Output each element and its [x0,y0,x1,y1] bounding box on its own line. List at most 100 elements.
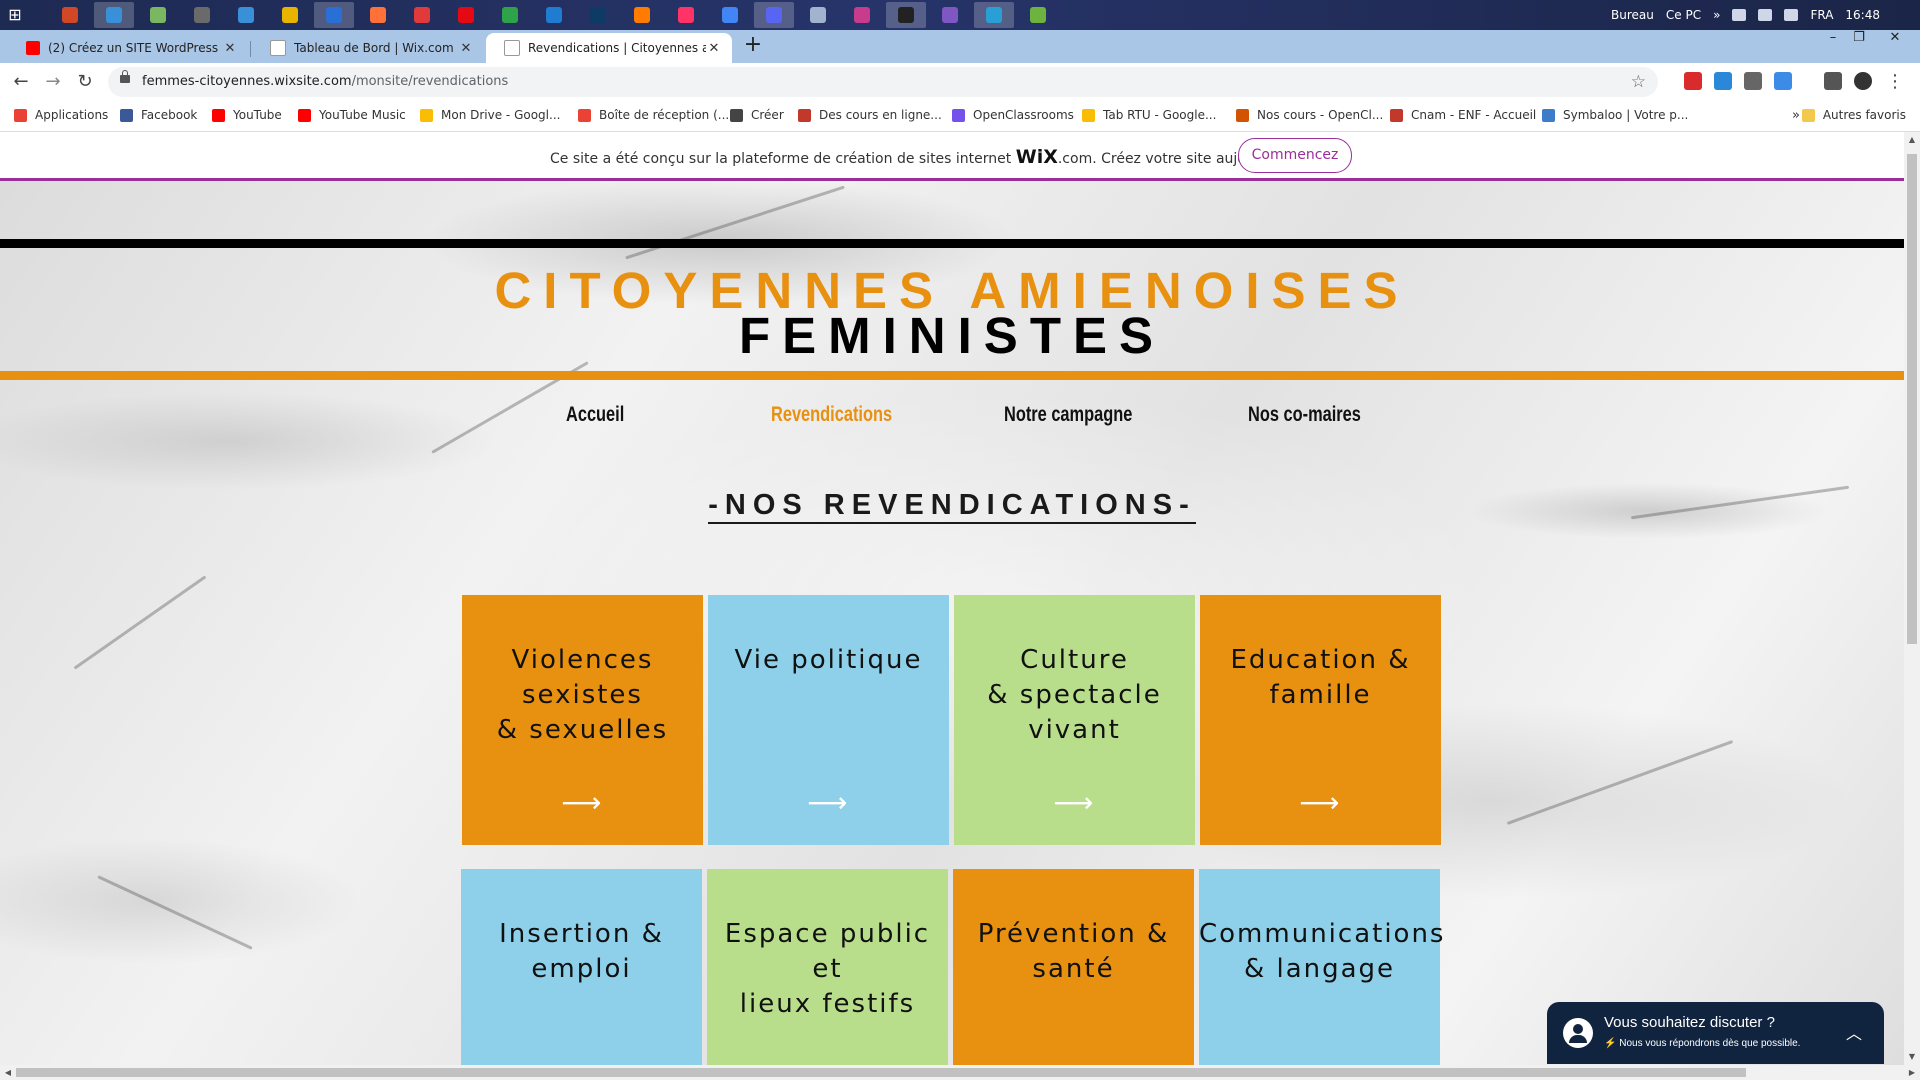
scroll-up-icon[interactable]: ▲ [1904,132,1920,148]
nav-notre-campagne[interactable]: Notre campagne [1004,403,1132,427]
bookmark-item[interactable]: Boîte de réception (... [578,108,729,122]
taskbar-app-icon[interactable] [1018,2,1058,28]
chrome-menu-icon[interactable]: ⋮ [1884,71,1906,93]
taskbar-app-icon[interactable] [886,2,926,28]
other-bookmarks-folder[interactable]: Autres favoris [1801,108,1906,122]
tab-title: Revendications | Citoyennes ami [528,41,706,55]
back-arrow-icon[interactable]: ← [10,71,32,93]
close-tab-icon[interactable]: ✕ [706,41,722,56]
bookmark-star-icon[interactable]: ☆ [1631,72,1646,92]
taskbar-app-icon[interactable] [798,2,838,28]
tile-violences-sexistes[interactable]: Violences sexistes & sexuelles ⟶ [462,595,703,845]
tray-language[interactable]: FRA [1810,8,1833,22]
tile-insertion-emploi[interactable]: Insertion & emploi [461,869,702,1065]
url-text[interactable]: femmes-citoyennes.wixsite.com/monsite/re… [142,74,508,89]
marble-vein [625,185,845,260]
extension-blue-icon[interactable] [1714,72,1732,90]
close-tab-icon[interactable]: ✕ [458,41,474,56]
network-icon[interactable] [1758,9,1773,21]
windows-start-icon[interactable]: ⊞ [6,6,24,24]
bookmark-item[interactable]: OpenClassrooms [952,108,1074,122]
maximize-button[interactable]: ❐ [1846,30,1872,50]
tile-label: Communications & langage [1199,919,1446,984]
scroll-down-icon[interactable]: ▼ [1904,1049,1920,1065]
nav-revendications[interactable]: Revendications [771,403,892,427]
tile-education-famille[interactable]: Education & famille ⟶ [1200,595,1441,845]
volume-icon[interactable] [1784,9,1799,21]
horizontal-scrollbar[interactable]: ◀ ▶ [0,1065,1920,1080]
vertical-scroll-thumb[interactable] [1907,154,1917,644]
tray-expand-icon[interactable]: » [1713,8,1720,22]
close-tab-icon[interactable]: ✕ [222,41,238,56]
app-icon [678,7,694,23]
keyboard-icon[interactable] [1732,9,1747,21]
taskbar-app-icon[interactable] [534,2,574,28]
tab-revendications[interactable]: Revendications | Citoyennes ami ✕ [486,33,732,63]
extension-zoom-icon[interactable] [1774,72,1792,90]
taskbar-app-icon[interactable] [842,2,882,28]
taskbar-app-icon[interactable] [578,2,618,28]
scroll-left-icon[interactable]: ◀ [0,1065,16,1080]
tray-ce-pc[interactable]: Ce PC [1666,8,1701,22]
minimize-button[interactable]: – [1820,30,1846,50]
horizontal-scroll-thumb[interactable] [16,1068,1746,1077]
taskbar-app-icon[interactable] [754,2,794,28]
taskbar-app-icon[interactable] [270,2,310,28]
close-window-button[interactable]: ✕ [1882,30,1908,50]
extension-red-icon[interactable] [1684,72,1702,90]
commencez-button[interactable]: Commencez [1238,138,1352,173]
nav-accueil[interactable]: Accueil [566,403,624,427]
reading-list-icon[interactable] [1824,72,1842,90]
taskbar-app-icon[interactable] [182,2,222,28]
tile-espace-public[interactable]: Espace public et lieux festifs [707,869,948,1065]
bookmark-item[interactable]: YouTube [212,108,282,122]
taskbar-app-icon[interactable] [50,2,90,28]
chevron-up-icon[interactable]: ︿ [1846,1020,1862,1044]
vertical-scrollbar[interactable]: ▲ ▼ [1904,132,1920,1065]
taskbar-app-icon[interactable] [358,2,398,28]
app-icon [282,7,298,23]
taskbar-app-icon[interactable] [930,2,970,28]
taskbar-app-icon[interactable] [402,2,442,28]
new-tab-button[interactable]: + [740,33,766,59]
bookmark-item[interactable]: Nos cours - OpenCl... [1236,108,1383,122]
tile-communications-langage[interactable]: Communications & langage [1199,869,1446,1065]
extension-recycle-icon[interactable] [1744,72,1762,90]
tray-bureau[interactable]: Bureau [1611,8,1654,22]
tab-wordpress[interactable]: (2) Créez un SITE WordPress - Tu ✕ [8,33,248,63]
taskbar-app-icon[interactable] [490,2,530,28]
app-icon [722,7,738,23]
taskbar-app-icon[interactable] [446,2,486,28]
bookmarks-overflow-icon[interactable]: » [1792,108,1800,123]
taskbar-app-icon[interactable] [710,2,750,28]
bookmark-item[interactable]: Facebook [120,108,197,122]
taskbar-app-icon[interactable] [138,2,178,28]
tray-clock[interactable]: 16:48 [1845,8,1880,22]
taskbar-app-icon[interactable] [974,2,1014,28]
taskbar-app-icon[interactable] [314,2,354,28]
scroll-right-icon[interactable]: ▶ [1904,1065,1920,1080]
bookmark-item[interactable]: Cnam - ENF - Accueil [1390,108,1536,122]
reload-icon[interactable]: ↻ [74,71,96,93]
app-icon [150,7,166,23]
forward-arrow-icon[interactable]: → [42,71,64,93]
tile-culture-spectacle[interactable]: Culture & spectacle vivant ⟶ [954,595,1195,845]
tile-vie-politique[interactable]: Vie politique ⟶ [708,595,949,845]
taskbar-app-icon[interactable] [94,2,134,28]
nav-nos-co-maires[interactable]: Nos co-maires [1248,403,1361,427]
taskbar-app-icon[interactable] [226,2,266,28]
bookmark-item[interactable]: Des cours en ligne... [798,108,942,122]
profile-avatar-icon[interactable] [1854,72,1872,90]
bookmark-item[interactable]: Mon Drive - Googl... [420,108,560,122]
chat-widget[interactable]: Vous souhaitez discuter ? ⚡ Nous vous ré… [1547,1002,1884,1064]
tile-prevention-sante[interactable]: Prévention & santé [953,869,1194,1065]
bookmark-item[interactable]: Applications [14,108,108,122]
bookmark-item[interactable]: YouTube Music [298,108,406,122]
url-bar[interactable]: femmes-citoyennes.wixsite.com/monsite/re… [108,67,1658,97]
bookmark-item[interactable]: Symbaloo | Votre p... [1542,108,1688,122]
bookmark-item[interactable]: Créer [730,108,784,122]
bookmark-item[interactable]: Tab RTU - Google... [1082,108,1216,122]
taskbar-app-icon[interactable] [666,2,706,28]
tab-wix-dashboard[interactable]: Tableau de Bord | Wix.com ✕ [252,33,484,63]
taskbar-app-icon[interactable] [622,2,662,28]
